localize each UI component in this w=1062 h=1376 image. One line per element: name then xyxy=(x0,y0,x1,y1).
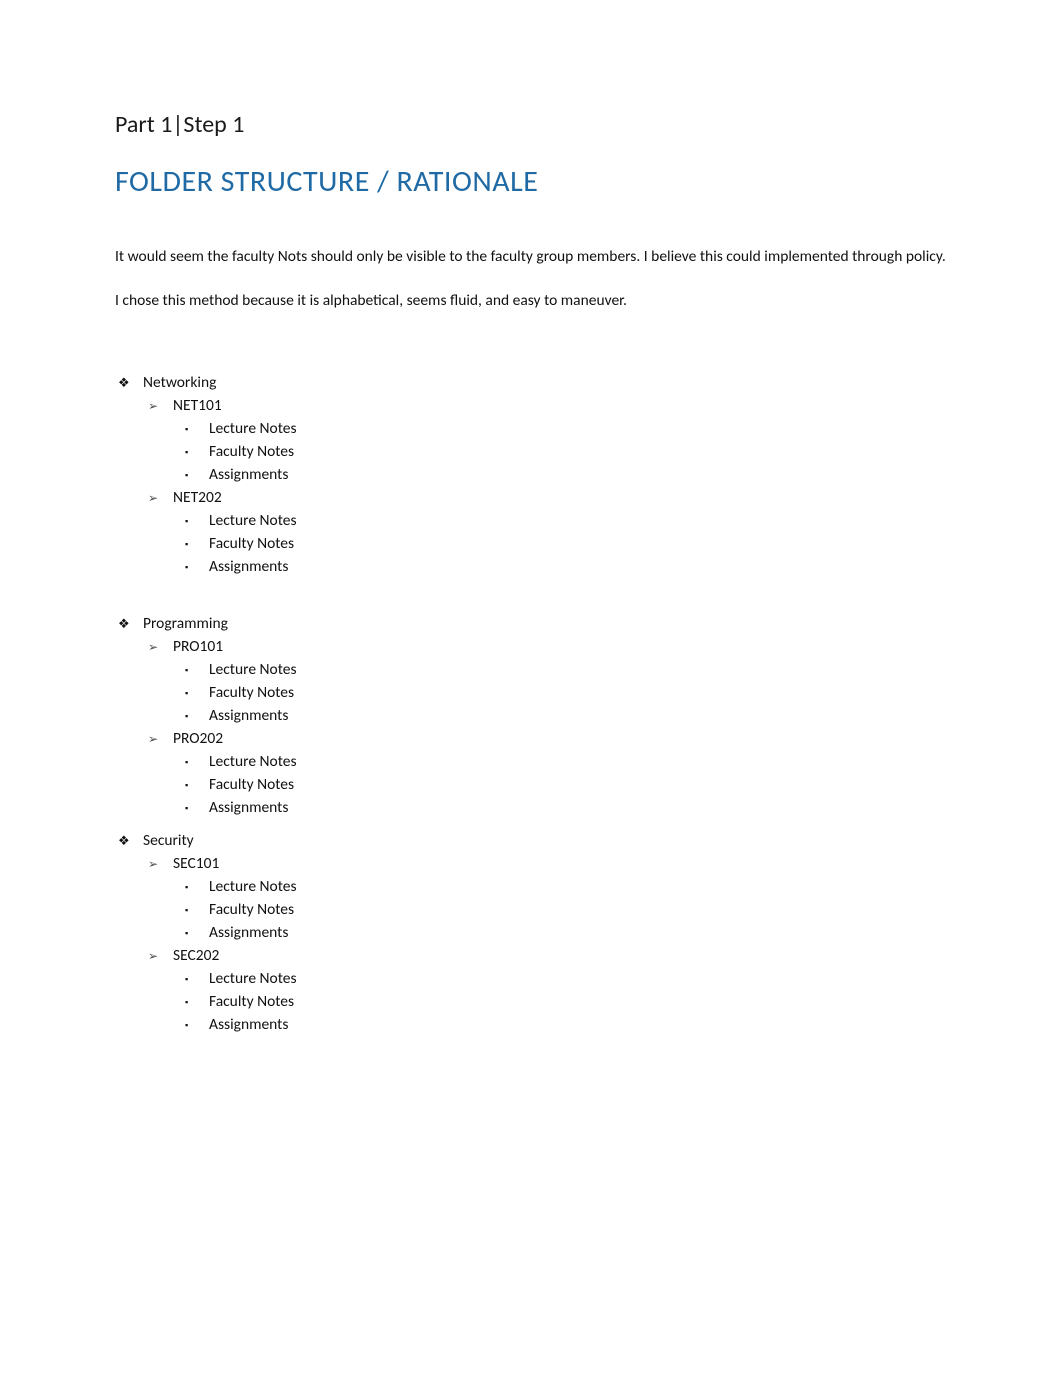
outline-lvl1-label: Networking xyxy=(143,373,216,392)
outline-lvl3-item: ▪ Faculty Notes xyxy=(175,683,947,702)
outline-lvl3-item: ▪ Lecture Notes xyxy=(175,419,947,438)
square-bullet-icon: ▪ xyxy=(175,882,209,893)
arrow-bullet-icon: ➢ xyxy=(145,640,173,655)
square-bullet-icon: ▪ xyxy=(175,997,209,1008)
outline-lvl3-label: Assignments xyxy=(209,706,288,725)
outline-lvl2-item: ➢ PRO202 xyxy=(145,729,947,748)
outline-lvl3-item: ▪ Assignments xyxy=(175,557,947,576)
outline-lvl3-item: ▪ Faculty Notes xyxy=(175,900,947,919)
square-bullet-icon: ▪ xyxy=(175,539,209,550)
square-bullet-icon: ▪ xyxy=(175,974,209,985)
outline-lvl3-item: ▪ Assignments xyxy=(175,1015,947,1034)
intro-paragraph-2: I chose this method because it is alphab… xyxy=(115,290,947,312)
square-bullet-icon: ▪ xyxy=(175,757,209,768)
outline-lvl2-item: ➢ SEC101 xyxy=(145,854,947,873)
outline-lvl3-label: Assignments xyxy=(209,1015,288,1034)
outline-lvl3-item: ▪ Assignments xyxy=(175,923,947,942)
square-bullet-icon: ▪ xyxy=(175,928,209,939)
outline-lvl3-item: ▪ Faculty Notes xyxy=(175,992,947,1011)
outline-lvl3-label: Assignments xyxy=(209,923,288,942)
square-bullet-icon: ▪ xyxy=(175,562,209,573)
outline-lvl3-item: ▪ Lecture Notes xyxy=(175,877,947,896)
outline-lvl3-label: Faculty Notes xyxy=(209,534,294,553)
arrow-bullet-icon: ➢ xyxy=(145,399,173,414)
outline-lvl3-label: Faculty Notes xyxy=(209,775,294,794)
square-bullet-icon: ▪ xyxy=(175,803,209,814)
diamond-bullet-icon: ❖ xyxy=(115,834,143,849)
outline-lvl1-item: ❖ Networking xyxy=(115,373,947,392)
outline-lvl3-label: Lecture Notes xyxy=(209,969,297,988)
outline-lvl3-label: Lecture Notes xyxy=(209,877,297,896)
outline-section-programming: ❖ Programming ➢ PRO101 ▪ Lecture Notes ▪… xyxy=(115,614,947,817)
outline-lvl2-item: ➢ PRO101 xyxy=(145,637,947,656)
arrow-bullet-icon: ➢ xyxy=(145,732,173,747)
outline-lvl3-label: Faculty Notes xyxy=(209,900,294,919)
document-subtitle: Part 1|Step 1 xyxy=(115,110,947,139)
outline-lvl2-label: SEC202 xyxy=(173,946,219,965)
outline-lvl2-label: NET202 xyxy=(173,488,222,507)
outline-lvl3-item: ▪ Lecture Notes xyxy=(175,969,947,988)
outline-lvl3-label: Lecture Notes xyxy=(209,419,297,438)
outline-lvl2-label: SEC101 xyxy=(173,854,219,873)
square-bullet-icon: ▪ xyxy=(175,665,209,676)
outline-lvl3-label: Faculty Notes xyxy=(209,992,294,1011)
square-bullet-icon: ▪ xyxy=(175,470,209,481)
outline-lvl3-item: ▪ Assignments xyxy=(175,798,947,817)
outline-lvl2-label: PRO101 xyxy=(173,637,223,656)
outline-lvl3-label: Assignments xyxy=(209,798,288,817)
outline-lvl2-item: ➢ NET101 xyxy=(145,396,947,415)
folder-outline: ❖ Networking ➢ NET101 ▪ Lecture Notes ▪ … xyxy=(115,373,947,1034)
outline-section-security: ❖ Security ➢ SEC101 ▪ Lecture Notes ▪ Fa… xyxy=(115,831,947,1034)
outline-lvl3-label: Lecture Notes xyxy=(209,660,297,679)
outline-lvl3-item: ▪ Lecture Notes xyxy=(175,660,947,679)
arrow-bullet-icon: ➢ xyxy=(145,949,173,964)
outline-lvl3-label: Lecture Notes xyxy=(209,511,297,530)
outline-lvl3-label: Assignments xyxy=(209,557,288,576)
outline-lvl3-label: Faculty Notes xyxy=(209,442,294,461)
outline-lvl3-item: ▪ Assignments xyxy=(175,706,947,725)
square-bullet-icon: ▪ xyxy=(175,905,209,916)
diamond-bullet-icon: ❖ xyxy=(115,617,143,632)
outline-lvl3-item: ▪ Lecture Notes xyxy=(175,752,947,771)
outline-lvl3-label: Lecture Notes xyxy=(209,752,297,771)
arrow-bullet-icon: ➢ xyxy=(145,857,173,872)
square-bullet-icon: ▪ xyxy=(175,780,209,791)
square-bullet-icon: ▪ xyxy=(175,688,209,699)
outline-lvl3-label: Faculty Notes xyxy=(209,683,294,702)
outline-lvl2-label: PRO202 xyxy=(173,729,223,748)
outline-lvl3-item: ▪ Faculty Notes xyxy=(175,534,947,553)
outline-lvl2-item: ➢ SEC202 xyxy=(145,946,947,965)
outline-section-networking: ❖ Networking ➢ NET101 ▪ Lecture Notes ▪ … xyxy=(115,373,947,576)
outline-lvl2-item: ➢ NET202 xyxy=(145,488,947,507)
outline-lvl1-label: Security xyxy=(143,831,194,850)
outline-lvl3-label: Assignments xyxy=(209,465,288,484)
document-title: FOLDER STRUCTURE / RATIONALE xyxy=(115,163,947,200)
square-bullet-icon: ▪ xyxy=(175,516,209,527)
square-bullet-icon: ▪ xyxy=(175,711,209,722)
square-bullet-icon: ▪ xyxy=(175,424,209,435)
outline-lvl1-label: Programming xyxy=(143,614,228,633)
square-bullet-icon: ▪ xyxy=(175,1020,209,1031)
outline-lvl1-item: ❖ Security xyxy=(115,831,947,850)
outline-lvl3-item: ▪ Faculty Notes xyxy=(175,442,947,461)
outline-lvl1-item: ❖ Programming xyxy=(115,614,947,633)
outline-lvl3-item: ▪ Assignments xyxy=(175,465,947,484)
intro-paragraph-1: It would seem the faculty Nots should on… xyxy=(115,246,947,268)
outline-lvl3-item: ▪ Faculty Notes xyxy=(175,775,947,794)
square-bullet-icon: ▪ xyxy=(175,447,209,458)
outline-lvl3-item: ▪ Lecture Notes xyxy=(175,511,947,530)
arrow-bullet-icon: ➢ xyxy=(145,491,173,506)
outline-lvl2-label: NET101 xyxy=(173,396,222,415)
diamond-bullet-icon: ❖ xyxy=(115,376,143,391)
